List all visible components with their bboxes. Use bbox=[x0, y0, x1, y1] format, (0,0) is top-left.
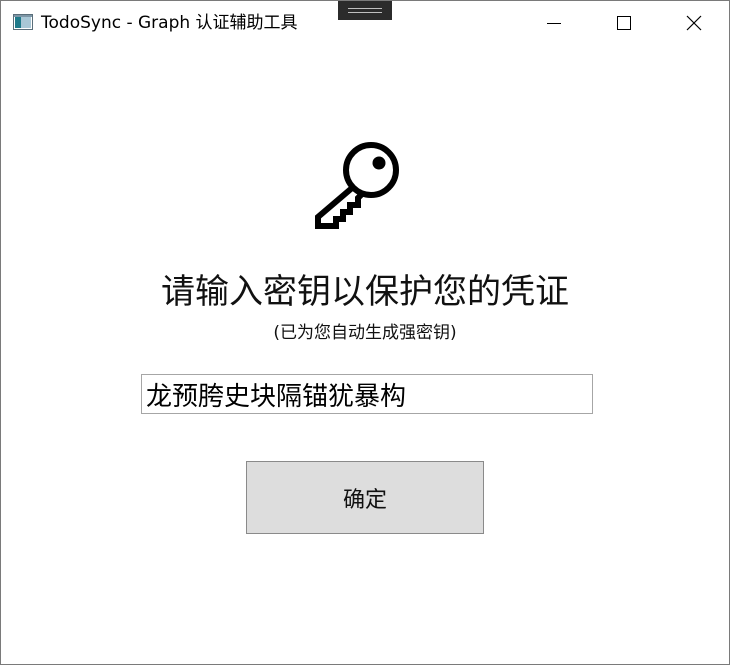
title-bar[interactable]: TodoSync - Graph 认证辅助工具 bbox=[1, 1, 729, 45]
close-button[interactable] bbox=[659, 1, 729, 45]
app-window-icon bbox=[13, 14, 33, 30]
app-window: TodoSync - Graph 认证辅助工具 请输入密钥以保护您的凭证 (已为… bbox=[0, 0, 730, 665]
key-input[interactable] bbox=[141, 374, 593, 414]
window-title: TodoSync - Graph 认证辅助工具 bbox=[41, 13, 298, 33]
prompt-subtitle: (已为您自动生成强密钥) bbox=[273, 323, 457, 343]
prompt-title: 请输入密钥以保护您的凭证 bbox=[161, 272, 569, 312]
maximize-icon bbox=[617, 16, 631, 30]
drag-handle[interactable] bbox=[338, 1, 392, 20]
minimize-icon bbox=[547, 23, 561, 24]
maximize-button[interactable] bbox=[589, 1, 659, 45]
close-icon bbox=[686, 15, 702, 31]
minimize-button[interactable] bbox=[519, 1, 589, 45]
key-icon bbox=[313, 139, 405, 231]
confirm-button[interactable]: 确定 bbox=[246, 461, 484, 534]
